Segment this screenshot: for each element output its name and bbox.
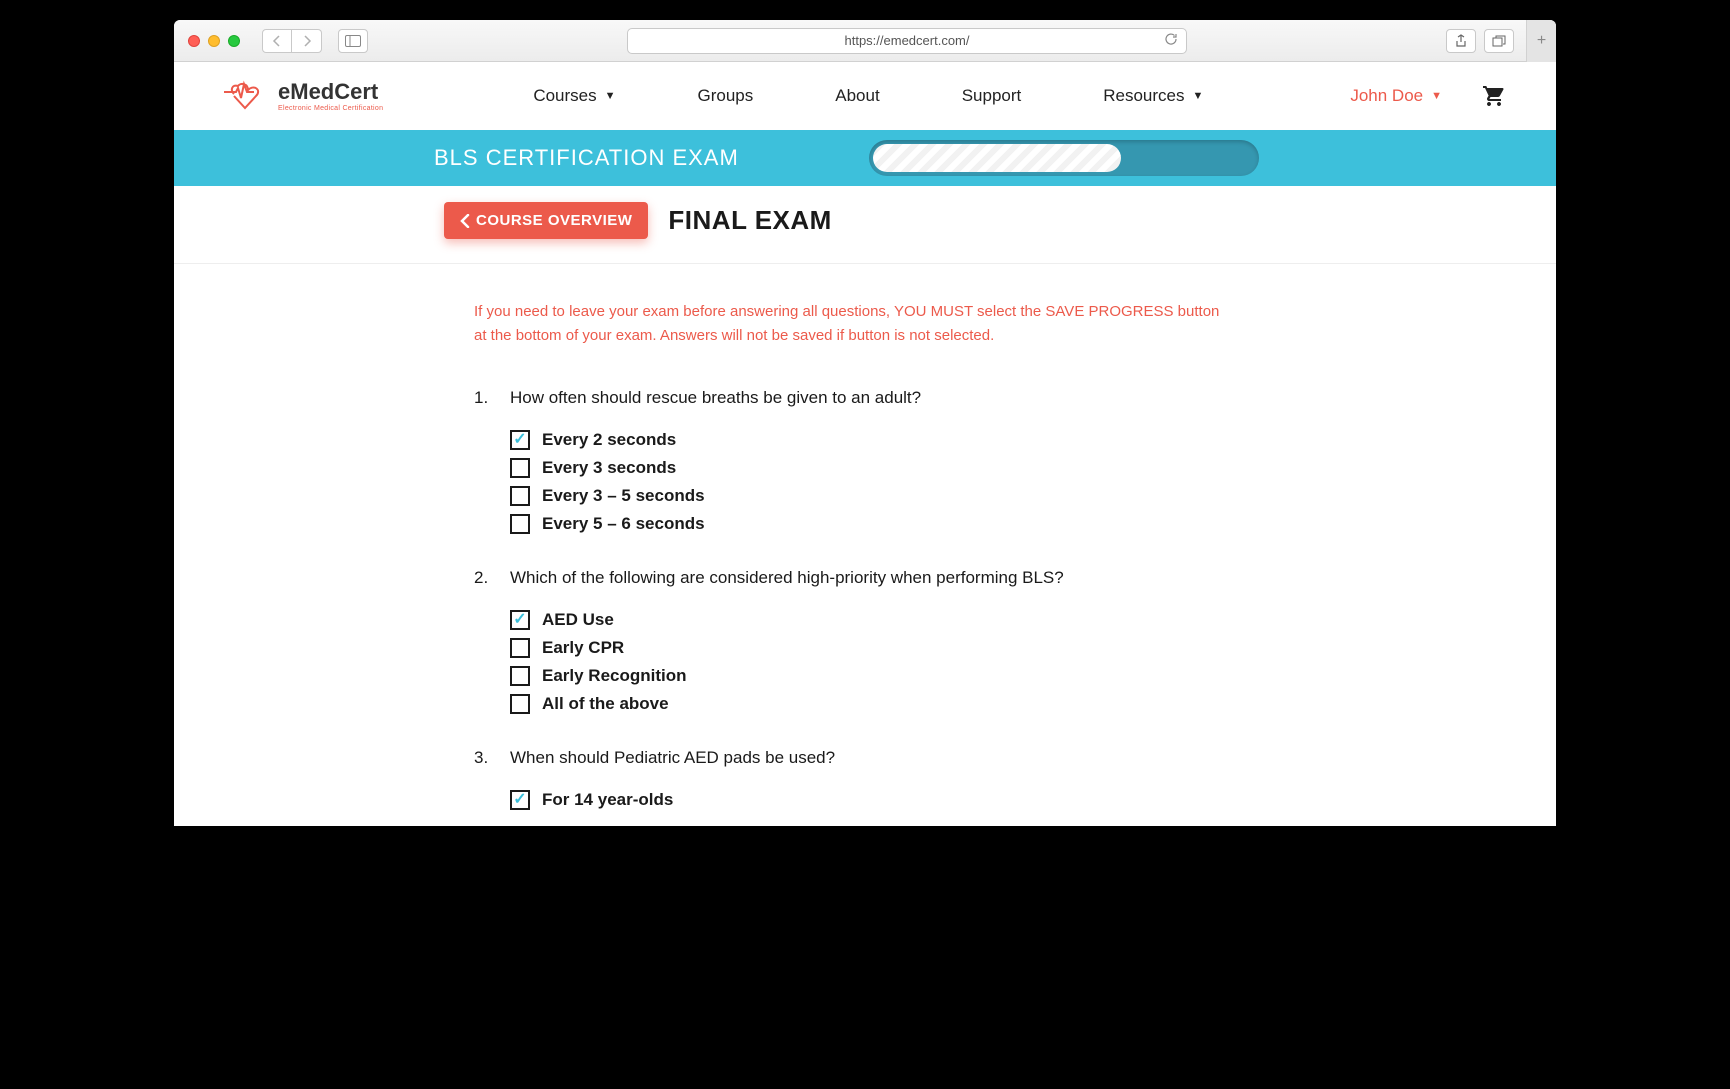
option[interactable]: AED Use [510,610,1234,630]
main-nav: Courses ▼ Groups About Support Resources… [533,86,1203,106]
exam-title: BLS CERTIFICATION EXAM [434,145,739,171]
exam-body: If you need to leave your exam before an… [174,264,1234,810]
checkbox[interactable] [510,514,530,534]
cart-icon[interactable] [1482,84,1506,108]
checkbox[interactable] [510,666,530,686]
url-text: https://emedcert.com/ [845,33,970,48]
checkbox[interactable] [510,790,530,810]
question-number: 3. [474,748,492,768]
option-label: For 14 year-olds [542,790,673,810]
share-button[interactable] [1446,29,1476,53]
options: AED Use Early CPR Early Recognition All of … [510,610,1234,714]
tabs-button[interactable] [1484,29,1514,53]
option[interactable]: Every 2 seconds [510,430,1234,450]
exam-banner: BLS CERTIFICATION EXAM [174,130,1556,186]
checkbox[interactable] [510,486,530,506]
question: 1. How often should rescue breaths be giv… [474,388,1234,534]
nav-label: Resources [1103,86,1184,106]
progress-bar [869,140,1259,176]
sub-header: COURSE OVERVIEW FINAL EXAM [174,186,1556,264]
checkbox[interactable] [510,638,530,658]
option[interactable]: All of the above [510,694,1234,714]
option-label: Early CPR [542,638,624,658]
option[interactable]: Early Recognition [510,666,1234,686]
nav-label: About [835,86,879,106]
option-label: Every 5 – 6 seconds [542,514,705,534]
nav-support[interactable]: Support [962,86,1022,106]
option[interactable]: Every 3 – 5 seconds [510,486,1234,506]
chevron-down-icon: ▼ [1193,90,1204,102]
checkbox[interactable] [510,458,530,478]
question-number: 1. [474,388,492,408]
options: Every 2 seconds Every 3 seconds Every 3 – … [510,430,1234,534]
chevron-down-icon: ▼ [605,90,616,102]
button-label: COURSE OVERVIEW [476,212,632,229]
nav-label: Support [962,86,1022,106]
new-tab-button[interactable]: + [1526,20,1556,62]
page-content: eMedCert Electronic Medical Certificatio… [174,62,1556,826]
question-header: 1. How often should rescue breaths be giv… [474,388,1234,408]
question-header: 2. Which of the following are considered … [474,568,1234,588]
window-controls [188,35,240,47]
sidebar-toggle-button[interactable] [338,29,368,53]
questions-container: 1. How often should rescue breaths be giv… [474,388,1234,810]
course-overview-button[interactable]: COURSE OVERVIEW [444,202,648,239]
progress-fill [873,144,1121,172]
browser-toolbar: https://emedcert.com/ + [174,20,1556,62]
back-button[interactable] [262,29,292,53]
nav-courses[interactable]: Courses ▼ [533,86,615,106]
nav-buttons [262,29,322,53]
option-label: AED Use [542,610,614,630]
forward-button[interactable] [292,29,322,53]
chevron-left-icon [460,214,470,228]
page-title: FINAL EXAM [668,205,831,236]
site-header: eMedCert Electronic Medical Certificatio… [174,62,1556,130]
checkbox[interactable] [510,610,530,630]
nav-label: Groups [698,86,754,106]
logo[interactable]: eMedCert Electronic Medical Certificatio… [224,78,383,114]
url-bar[interactable]: https://emedcert.com/ [627,28,1187,54]
user-menu[interactable]: John Doe ▼ [1350,86,1442,106]
user-area: John Doe ▼ [1350,84,1506,108]
option-label: Every 3 seconds [542,458,676,478]
option-label: All of the above [542,694,669,714]
warning-text: If you need to leave your exam before an… [474,300,1234,348]
logo-tagline: Electronic Medical Certification [278,105,383,112]
option[interactable]: For 14 year-olds [510,790,1234,810]
refresh-icon[interactable] [1164,32,1178,49]
question-text: Which of the following are considered hi… [510,568,1064,588]
options: For 14 year-olds [510,790,1234,810]
question-text: When should Pediatric AED pads be used? [510,748,835,768]
user-name-label: John Doe [1350,86,1423,106]
option-label: Early Recognition [542,666,687,686]
option[interactable]: Early CPR [510,638,1234,658]
logo-icon [224,78,274,114]
question-header: 3. When should Pediatric AED pads be used… [474,748,1234,768]
option[interactable]: Every 3 seconds [510,458,1234,478]
browser-window: https://emedcert.com/ + [174,20,1556,826]
question: 3. When should Pediatric AED pads be used… [474,748,1234,810]
option-label: Every 2 seconds [542,430,676,450]
nav-groups[interactable]: Groups [698,86,754,106]
maximize-window-button[interactable] [228,35,240,47]
nav-resources[interactable]: Resources ▼ [1103,86,1203,106]
checkbox[interactable] [510,430,530,450]
question: 2. Which of the following are considered … [474,568,1234,714]
chevron-down-icon: ▼ [1431,90,1442,102]
option[interactable]: Every 5 – 6 seconds [510,514,1234,534]
question-text: How often should rescue breaths be given… [510,388,921,408]
option-label: Every 3 – 5 seconds [542,486,705,506]
nav-label: Courses [533,86,596,106]
minimize-window-button[interactable] [208,35,220,47]
nav-about[interactable]: About [835,86,879,106]
checkbox[interactable] [510,694,530,714]
close-window-button[interactable] [188,35,200,47]
browser-right-controls: + [1446,20,1542,62]
question-number: 2. [474,568,492,588]
logo-text: eMedCert [278,81,383,103]
